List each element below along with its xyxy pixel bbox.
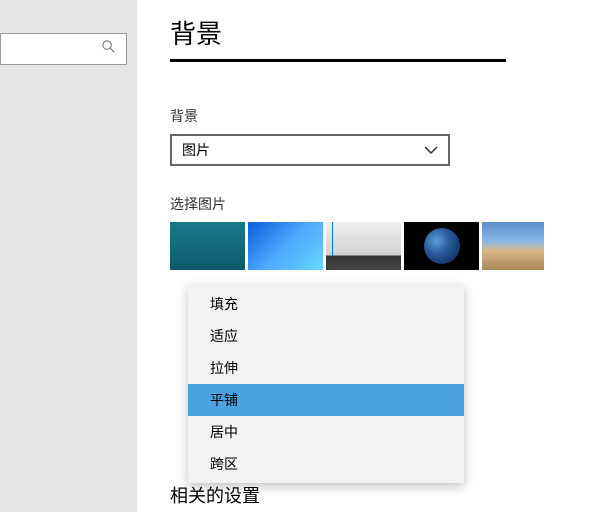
thumbnail-3[interactable] [326, 222, 401, 270]
sidebar [0, 0, 137, 512]
chevron-down-icon [424, 141, 438, 159]
background-label: 背景 [170, 106, 600, 126]
thumbnail-2[interactable] [248, 222, 323, 270]
related-settings-heading: 相关的设置 [170, 482, 260, 508]
thumbnail-5[interactable] [482, 222, 544, 270]
fit-option-tile[interactable]: 平铺 [188, 384, 464, 416]
background-dropdown[interactable]: 图片 [170, 134, 450, 166]
fit-option-fill[interactable]: 填充 [188, 288, 464, 320]
search-input[interactable] [0, 33, 127, 65]
fit-option-fit[interactable]: 适应 [188, 320, 464, 352]
fit-dropdown-menu: 填充 适应 拉伸 平铺 居中 跨区 [188, 285, 464, 483]
thumbnail-1[interactable] [170, 222, 245, 270]
title-underline [170, 59, 506, 62]
page-title: 背景 [170, 14, 600, 51]
dropdown-selected: 图片 [182, 140, 210, 160]
thumbnail-4[interactable] [404, 222, 479, 270]
choose-picture-label: 选择图片 [170, 194, 600, 214]
fit-option-span[interactable]: 跨区 [188, 448, 464, 480]
fit-option-center[interactable]: 居中 [188, 416, 464, 448]
fit-option-stretch[interactable]: 拉伸 [188, 352, 464, 384]
search-icon [101, 39, 116, 59]
picture-thumbnails [170, 222, 600, 270]
